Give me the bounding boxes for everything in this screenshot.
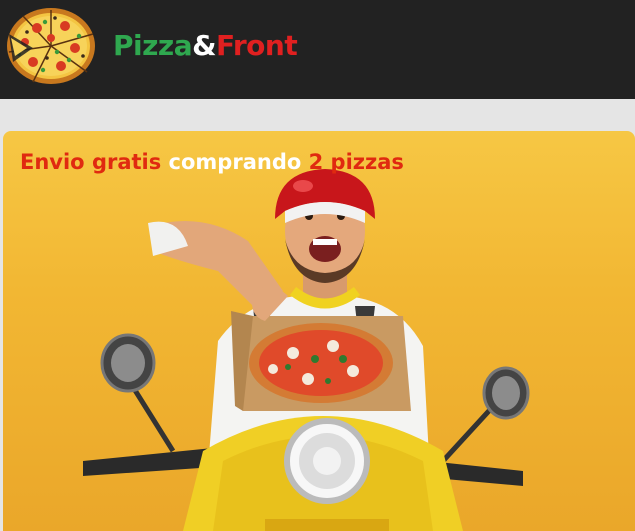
promo-headline: Envio gratis comprando 2 pizzas (20, 147, 404, 177)
promo-word-gratis: gratis (91, 150, 162, 174)
brand-name[interactable]: Pizza&Front (113, 26, 298, 66)
promo-word-2: 2 (308, 150, 324, 174)
promo-word-pizzas: pizzas (330, 150, 404, 174)
brand-part-ampersand: & (192, 29, 217, 62)
top-navbar: Pizza&Front (0, 0, 635, 99)
promo-word-envio: Envio (20, 150, 85, 174)
hero-banner: Envio gratis comprando 2 pizzas (3, 131, 635, 531)
promo-word-comprando: comprando (168, 150, 302, 174)
pizza-logo-icon[interactable] (3, 4, 98, 86)
brand-part-pizza: Pizza (113, 29, 193, 62)
delivery-scooter-image (83, 169, 530, 531)
brand-part-front: Front (216, 29, 298, 62)
